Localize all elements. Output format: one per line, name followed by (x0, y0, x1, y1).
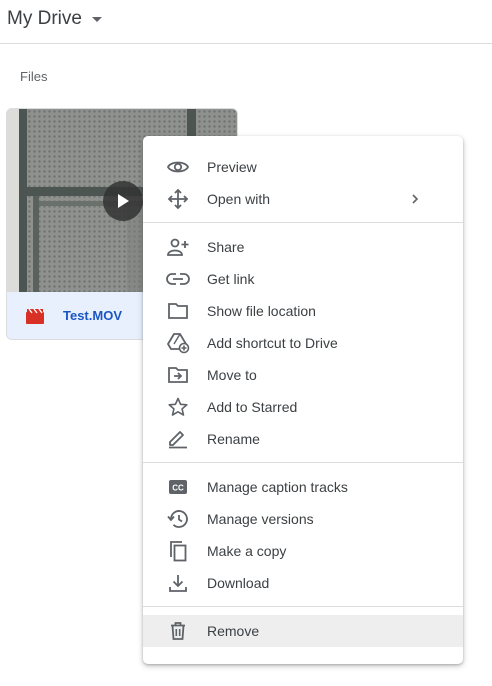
play-button[interactable] (103, 181, 143, 221)
svg-text:CC: CC (172, 484, 184, 493)
my-drive-dropdown[interactable]: My Drive (7, 8, 102, 30)
menu-item-label: Make a copy (207, 543, 287, 559)
menu-item-label: Share (207, 239, 245, 255)
top-bar: My Drive (0, 0, 492, 44)
menu-item-label: Preview (207, 159, 257, 175)
menu-item-make-a-copy[interactable]: Make a copy (143, 535, 463, 567)
files-section-label: Files (20, 69, 48, 84)
menu-item-manage-versions[interactable]: Manage versions (143, 503, 463, 535)
history-icon (167, 509, 189, 529)
play-icon (118, 194, 129, 208)
link-icon (166, 269, 190, 289)
menu-item-label: Remove (207, 623, 260, 639)
menu-divider (143, 606, 463, 607)
menu-item-download[interactable]: Download (143, 567, 463, 599)
menu-item-label: Show file location (207, 303, 316, 319)
pencil-icon (167, 429, 189, 449)
menu-item-move-to[interactable]: Move to (143, 359, 463, 391)
menu-item-label: Open with (207, 191, 271, 207)
file-name: Test.MOV (63, 308, 122, 323)
menu-item-add-shortcut[interactable]: Add shortcut to Drive (143, 327, 463, 359)
download-icon (167, 573, 189, 593)
menu-item-label: Add shortcut to Drive (207, 335, 338, 351)
drive-shortcut-icon (166, 333, 190, 354)
copy-icon (167, 541, 189, 562)
menu-item-label: Manage caption tracks (207, 479, 348, 495)
caret-down-icon (91, 16, 102, 22)
chevron-right-icon (407, 191, 423, 207)
menu-item-manage-caption-tracks[interactable]: CC Manage caption tracks (143, 471, 463, 503)
context-menu: Preview Open with Share Get link Show fi… (143, 136, 463, 664)
menu-divider (143, 462, 463, 463)
menu-item-label: Move to (207, 367, 257, 383)
menu-item-add-to-starred[interactable]: Add to Starred (143, 391, 463, 423)
folder-icon (167, 301, 189, 321)
closed-caption-icon: CC (167, 477, 189, 497)
menu-item-share[interactable]: Share (143, 231, 463, 263)
star-icon (167, 397, 189, 417)
menu-item-open-with[interactable]: Open with (143, 183, 463, 215)
trash-icon (167, 621, 189, 641)
menu-item-preview[interactable]: Preview (143, 151, 463, 183)
menu-divider (143, 222, 463, 223)
eye-icon (166, 157, 190, 177)
menu-item-remove[interactable]: Remove (143, 615, 463, 647)
menu-item-get-link[interactable]: Get link (143, 263, 463, 295)
move-arrows-icon (167, 188, 189, 210)
menu-item-label: Get link (207, 271, 255, 287)
video-file-icon (26, 308, 44, 324)
menu-item-label: Rename (207, 431, 260, 447)
menu-item-rename[interactable]: Rename (143, 423, 463, 455)
menu-item-show-file-location[interactable]: Show file location (143, 295, 463, 327)
menu-item-label: Manage versions (207, 511, 314, 527)
move-to-folder-icon (167, 365, 189, 385)
menu-item-label: Download (207, 575, 270, 591)
page-title: My Drive (7, 8, 82, 29)
menu-item-label: Add to Starred (207, 399, 298, 415)
add-person-icon (167, 237, 189, 257)
